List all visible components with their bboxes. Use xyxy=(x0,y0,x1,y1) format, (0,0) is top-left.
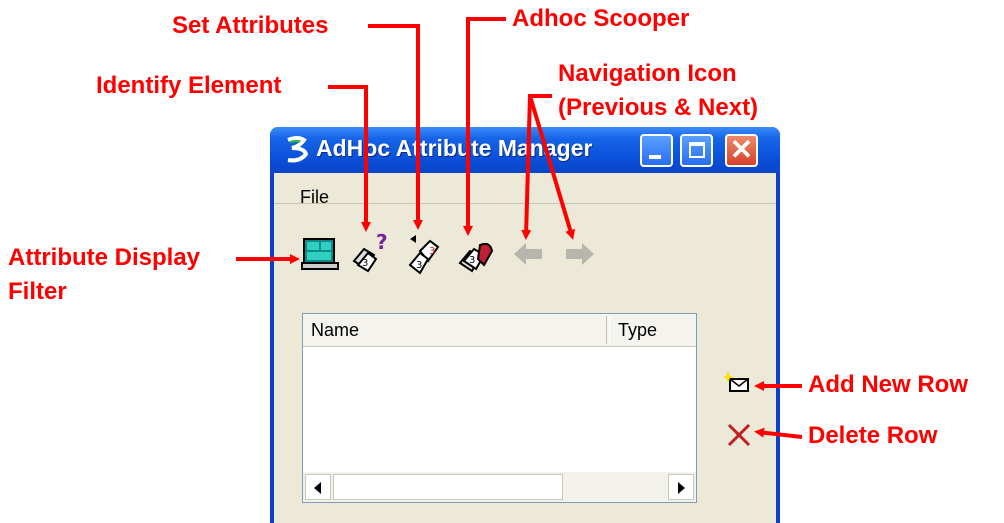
attribute-display-filter-button[interactable] xyxy=(298,231,344,277)
adhoc-scooper-button[interactable]: 3 xyxy=(454,231,500,277)
window-title: AdHoc Attribute Manager xyxy=(316,135,593,161)
previous-button[interactable] xyxy=(506,231,552,277)
minimize-icon xyxy=(649,155,661,159)
horizontal-scrollbar[interactable] xyxy=(303,472,696,502)
next-arrow-icon xyxy=(566,243,594,265)
close-button[interactable]: ✕ xyxy=(725,134,758,167)
label-identify-element: Identify Element xyxy=(96,72,282,99)
maximize-button[interactable] xyxy=(680,134,713,167)
scroll-right-icon xyxy=(678,482,685,494)
svg-text:3: 3 xyxy=(469,255,475,266)
label-delete-row: Delete Row xyxy=(808,422,938,449)
maximize-icon xyxy=(689,142,705,158)
svg-text:3: 3 xyxy=(429,246,435,257)
window-client-area: File 3 ? 3 3 3 Name Type xyxy=(274,173,776,523)
next-button[interactable] xyxy=(556,231,602,277)
label-navigation-line1: Navigation Icon xyxy=(558,60,737,87)
column-header-type[interactable]: Type xyxy=(618,320,657,341)
identify-element-button[interactable]: 3 ? xyxy=(348,230,394,277)
close-icon: ✕ xyxy=(729,134,754,165)
svg-text:3: 3 xyxy=(362,258,368,269)
menu-file[interactable]: File xyxy=(300,187,329,208)
set-attributes-button[interactable]: 3 3 xyxy=(402,231,448,277)
label-add-new-row: Add New Row xyxy=(808,371,968,398)
column-divider[interactable] xyxy=(606,316,610,344)
column-header-name[interactable]: Name xyxy=(311,320,359,341)
label-navigation-line2: (Previous & Next) xyxy=(558,94,759,121)
label-attribute-display-line2: Filter xyxy=(8,278,67,305)
attribute-display-filter-icon xyxy=(301,238,339,270)
minimize-button[interactable] xyxy=(640,134,673,167)
scrollbar-thumb[interactable] xyxy=(333,474,563,500)
label-attribute-display-line1: Attribute Display xyxy=(8,244,201,271)
menu-bar: File xyxy=(274,173,776,207)
attribute-list[interactable]: Name Type xyxy=(302,313,697,503)
adhoc-scooper-icon: 3 xyxy=(458,242,494,273)
add-new-row-icon[interactable] xyxy=(724,369,754,399)
svg-text:3: 3 xyxy=(416,260,422,271)
label-adhoc-scooper: Adhoc Scooper xyxy=(512,5,690,32)
adhoc-attribute-manager-window: AdHoc Attribute Manager ✕ File 3 ? 3 3 3… xyxy=(270,127,780,523)
app-logo-icon xyxy=(287,136,309,163)
set-attributes-icon: 3 3 xyxy=(408,235,440,275)
label-set-attributes: Set Attributes xyxy=(172,12,329,39)
previous-arrow-icon xyxy=(514,243,542,265)
scroll-left-button[interactable] xyxy=(305,474,331,500)
identify-element-icon: 3 ? xyxy=(352,230,388,273)
svg-text:?: ? xyxy=(376,231,388,254)
scroll-left-icon xyxy=(314,482,321,494)
delete-row-icon[interactable] xyxy=(724,419,754,449)
scroll-right-button[interactable] xyxy=(668,474,694,500)
list-header: Name Type xyxy=(303,314,696,347)
title-bar[interactable]: AdHoc Attribute Manager ✕ xyxy=(270,127,780,173)
